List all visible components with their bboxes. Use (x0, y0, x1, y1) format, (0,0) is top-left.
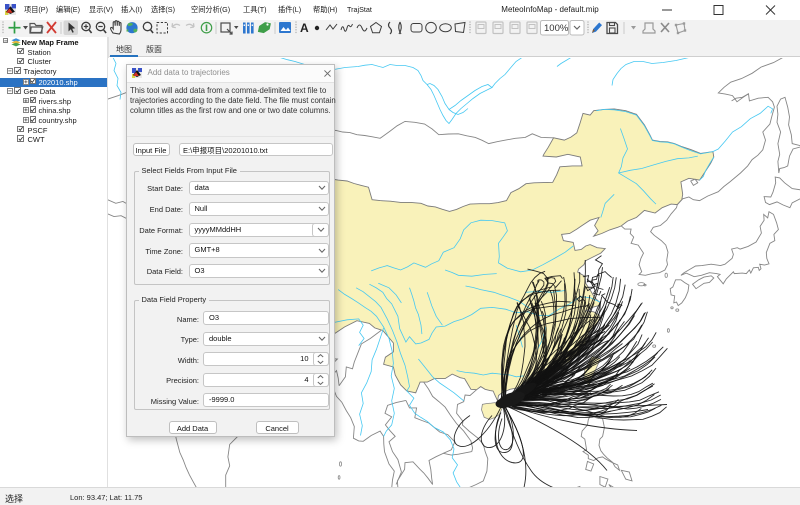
svg-text:A: A (300, 21, 309, 35)
svg-text:100%: 100% (544, 23, 569, 34)
